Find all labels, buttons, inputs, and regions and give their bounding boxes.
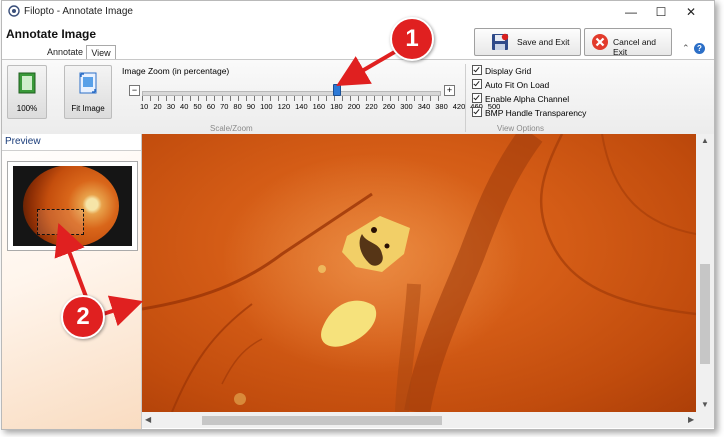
callout-badge-2: 2 [61, 295, 105, 339]
callout-badge-1: 1 [390, 17, 434, 61]
callout-2-arrow-right [102, 295, 144, 327]
callout-1-arrow [336, 48, 400, 87]
callout-arrows [54, 48, 400, 327]
callout-2-arrow-up [54, 223, 90, 303]
